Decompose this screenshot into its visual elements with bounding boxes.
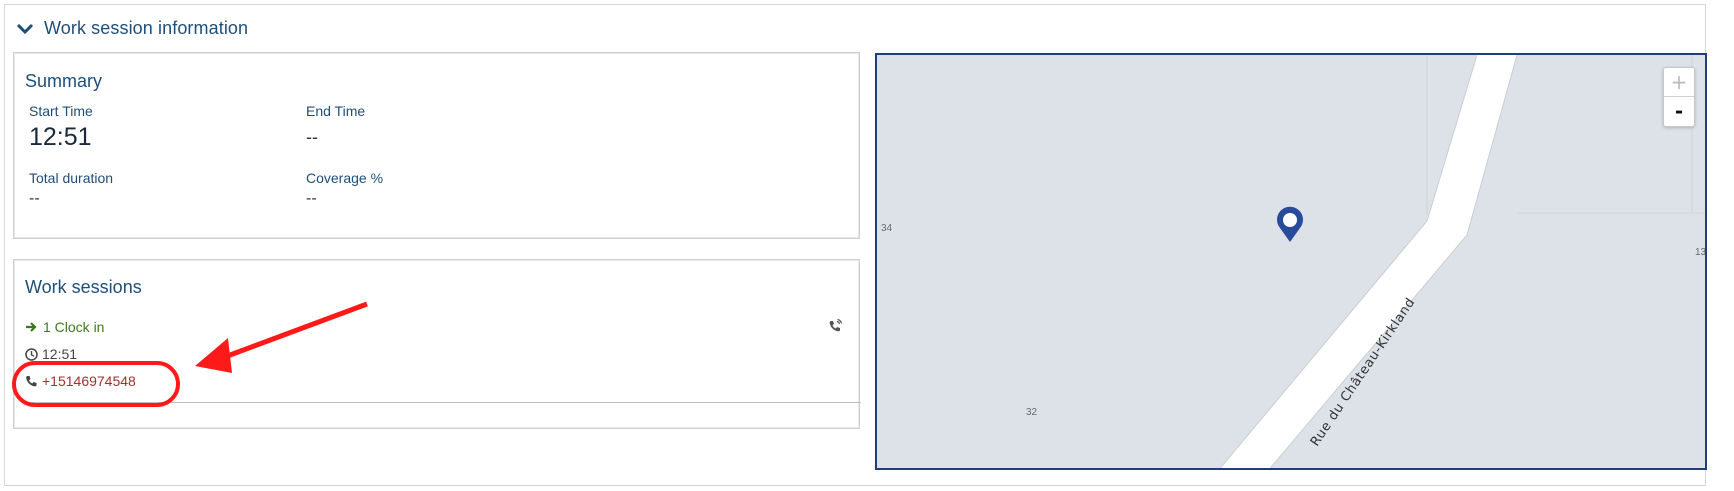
session-time: 12:51 [42,346,78,362]
summary-card: Summary Start Time 12:51 End Time -- Tot… [13,52,860,239]
end-time-label: End Time [306,103,366,119]
phone-number-link[interactable]: +15146974548 [42,373,136,389]
section-header[interactable]: Work session information [16,18,248,39]
zoom-in-button[interactable]: + [1664,68,1694,97]
coverage-value: -- [306,190,317,207]
start-time-value: 12:51 [29,123,92,151]
house-number-34: 34 [881,223,893,234]
coverage-label: Coverage % [306,170,384,186]
summary-title: Summary [25,71,103,91]
clock-in-label: 1 Clock in [43,319,105,335]
total-duration-label: Total duration [29,170,114,186]
work-sessions-card: Work sessions 1 Clock in 12:51 +15146974… [13,259,861,429]
arrow-right-icon [26,322,37,332]
work-sessions-title: Work sessions [25,277,142,297]
house-number-13: 13 [1695,247,1707,258]
map-canvas[interactable]: Rue du Château-Kirkland [877,55,1707,470]
end-time-value: -- [306,127,318,147]
chevron-down-icon[interactable] [16,22,34,36]
zoom-control: + - [1663,67,1695,127]
house-number-32: 32 [1026,407,1038,418]
map-road [1220,55,1517,468]
clock-in-row: 1 Clock in [25,319,104,335]
clock-icon [25,347,38,361]
phone-row[interactable]: +15146974548 [25,373,136,389]
zoom-out-button[interactable]: - [1664,97,1694,125]
phone-icon [26,375,37,386]
map-view[interactable]: Rue du Château-Kirkland 34 32 13 + - [875,53,1707,470]
phone-volume-icon[interactable] [828,319,842,333]
time-row: 12:51 [25,346,77,362]
divider [25,402,861,403]
map-pin-icon[interactable] [1277,206,1303,242]
section-title: Work session information [44,18,249,38]
start-time-label: Start Time [29,103,93,119]
total-duration-value: -- [29,190,40,207]
